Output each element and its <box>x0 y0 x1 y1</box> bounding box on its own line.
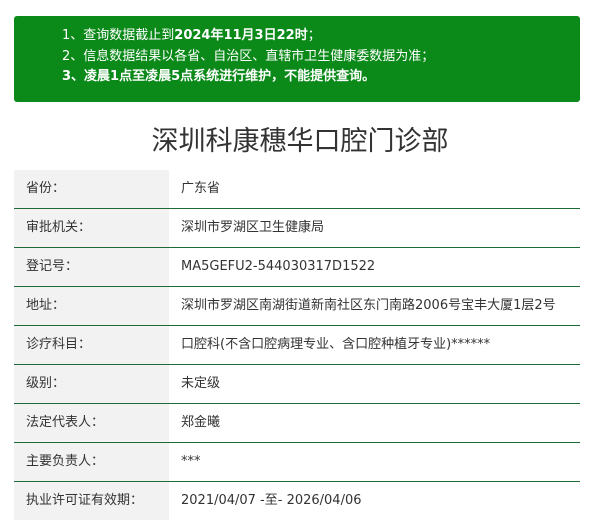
info-row-approval-authority: 审批机关： 深圳市罗湖区卫生健康局 <box>14 209 580 248</box>
notice-maintenance-window: 凌晨1点至凌晨5点 <box>84 69 194 84</box>
notice-line-1: 1、查询数据截止到2024年11月3日22时； <box>62 26 580 47</box>
info-value: 未定级 <box>181 376 221 391</box>
info-value: 深圳市罗湖区卫生健康局 <box>181 220 325 235</box>
info-table: 省份： 广东省 审批机关： 深圳市罗湖区卫生健康局 登记号： MA5GEFU2-… <box>14 170 580 520</box>
info-label: 地址： <box>14 287 169 325</box>
notice-line-3-prefix: 3、 <box>62 69 85 84</box>
info-value: 郑金曦 <box>181 415 221 430</box>
info-value: *** <box>181 454 201 469</box>
info-label: 诊疗科目： <box>14 326 169 364</box>
notice-line-3: 3、凌晨1点至凌晨5点系统进行维护，不能提供查询。 <box>62 67 580 88</box>
info-row-level: 级别： 未定级 <box>14 365 580 404</box>
info-value: 深圳市罗湖区南湖街道新南社区东门南路2006号宝丰大厦1层2号 <box>181 298 556 313</box>
info-row-registration-number: 登记号： MA5GEFU2-544030317D1522 <box>14 248 580 287</box>
info-row-address: 地址： 深圳市罗湖区南湖街道新南社区东门南路2006号宝丰大厦1层2号 <box>14 287 580 326</box>
info-row-province: 省份： 广东省 <box>14 170 580 209</box>
info-value: 口腔科(不含口腔病理专业、含口腔种植牙专业)****** <box>181 337 491 352</box>
info-value: 2021/04/07 -至- 2026/04/06 <box>181 493 362 508</box>
info-label: 省份： <box>14 170 169 208</box>
info-row-departments: 诊疗科目： 口腔科(不含口腔病理专业、含口腔种植牙专业)****** <box>14 326 580 365</box>
notice-line-2: 2、信息数据结果以各省、自治区、直辖市卫生健康委数据为准； <box>62 47 580 68</box>
info-row-license-validity: 执业许可证有效期： 2021/04/07 -至- 2026/04/06 <box>14 482 580 520</box>
notice-cutoff-time: 2024年11月3日22时 <box>174 28 308 43</box>
info-label: 主要负责人： <box>14 443 169 481</box>
info-label: 级别： <box>14 365 169 403</box>
info-label: 执业许可证有效期： <box>14 482 169 520</box>
info-label: 登记号： <box>14 248 169 286</box>
info-value: 广东省 <box>181 181 221 196</box>
notice-line-1-suffix: ； <box>307 28 321 43</box>
page-title: 深圳科康穗华口腔门诊部 <box>151 126 449 157</box>
notice-line-3-suffix: 系统进行维护，不能提供查询。 <box>193 69 376 84</box>
info-label: 审批机关： <box>14 209 169 247</box>
notice-banner: 1、查询数据截止到2024年11月3日22时； 2、信息数据结果以各省、自治区、… <box>14 16 580 102</box>
info-row-principal: 主要负责人： *** <box>14 443 580 482</box>
notice-line-1-prefix: 1、查询数据截止到 <box>62 28 175 43</box>
info-value: MA5GEFU2-544030317D1522 <box>181 259 376 274</box>
info-label: 法定代表人： <box>14 404 169 442</box>
notice-line-2-text: 2、信息数据结果以各省、自治区、直辖市卫生健康委数据为准； <box>62 48 435 64</box>
info-row-legal-representative: 法定代表人： 郑金曦 <box>14 404 580 443</box>
